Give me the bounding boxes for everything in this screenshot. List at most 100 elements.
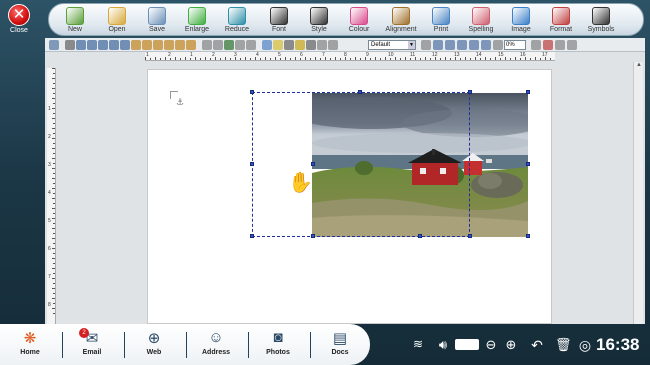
resize-handle-photo-w[interactable] bbox=[311, 162, 315, 166]
format-tool-20-icon[interactable] bbox=[273, 40, 283, 50]
format-tool-5-icon[interactable] bbox=[98, 40, 108, 50]
style-button[interactable]: Style bbox=[299, 4, 339, 37]
volume-down-icon[interactable]: ⊖ bbox=[483, 337, 499, 353]
colour-button[interactable]: Colour bbox=[339, 4, 379, 37]
ruler-number: 12 bbox=[432, 52, 438, 58]
frame-tool-5-icon[interactable] bbox=[469, 40, 479, 50]
spelling-button[interactable]: Spelling bbox=[461, 4, 501, 37]
chevron-down-icon[interactable]: ▼ bbox=[408, 41, 415, 49]
resize-handle-e[interactable] bbox=[526, 162, 530, 166]
frame-tool-11-icon[interactable] bbox=[567, 40, 577, 50]
status-area: ≋ 🔊︎ ⊖ ⊕ ↶ 🗑︎ ◎ 16:38 bbox=[408, 324, 650, 365]
scroll-up-icon[interactable]: ▲ bbox=[634, 62, 644, 70]
help-lifebuoy-icon[interactable]: ◎ bbox=[576, 337, 594, 353]
vertical-scrollbar[interactable]: ▲ bbox=[633, 62, 643, 324]
ruler-tick bbox=[480, 58, 481, 60]
format-tool-12-icon[interactable] bbox=[175, 40, 185, 50]
format-tool-18-icon[interactable] bbox=[246, 40, 256, 50]
image-label: Image bbox=[511, 26, 531, 33]
print-button[interactable]: Print bbox=[421, 4, 461, 37]
frame-tool-10-icon[interactable] bbox=[555, 40, 565, 50]
frame-tool-9-icon[interactable] bbox=[543, 40, 553, 50]
format-tool-21-icon[interactable] bbox=[284, 40, 294, 50]
frame-tool-6-icon[interactable] bbox=[481, 40, 491, 50]
resize-handle-ne[interactable] bbox=[468, 90, 472, 94]
nav-separator bbox=[248, 332, 249, 358]
format-button[interactable]: Format bbox=[541, 4, 581, 37]
format-tool-16-icon[interactable] bbox=[224, 40, 234, 50]
ruler-tick bbox=[52, 238, 55, 239]
resize-handle-photo-sw[interactable] bbox=[311, 234, 315, 238]
undo-arrow-icon[interactable]: ↶ bbox=[529, 337, 545, 353]
format-tool-17-icon[interactable] bbox=[235, 40, 245, 50]
close-button[interactable]: ✕ Close bbox=[4, 4, 34, 36]
nav-address[interactable]: ☺ Address bbox=[188, 324, 244, 365]
resize-handle-photo-se[interactable] bbox=[526, 234, 530, 238]
format-tool-10-icon[interactable] bbox=[153, 40, 163, 50]
nav-docs[interactable]: ▤ Docs bbox=[312, 324, 368, 365]
resize-handle-w[interactable] bbox=[250, 162, 254, 166]
frame-tool-1-icon[interactable] bbox=[421, 40, 431, 50]
ruler-tick bbox=[495, 57, 496, 60]
format-tool-25-icon[interactable] bbox=[328, 40, 338, 50]
volume-level-bar[interactable] bbox=[455, 337, 481, 353]
format-tool-22-icon[interactable] bbox=[295, 40, 305, 50]
wifi-icon[interactable]: ≋ bbox=[408, 337, 428, 353]
format-tool-2-icon[interactable] bbox=[65, 40, 75, 50]
resize-handle-photo-ne[interactable] bbox=[526, 90, 530, 94]
frame-tool-4-icon[interactable] bbox=[457, 40, 467, 50]
frame-tool-2-icon[interactable] bbox=[433, 40, 443, 50]
format-tool-24-icon[interactable] bbox=[317, 40, 327, 50]
frame-tool-3-icon[interactable] bbox=[445, 40, 455, 50]
format-tool-1-icon[interactable] bbox=[49, 40, 59, 50]
symbols-button[interactable]: Symbols bbox=[581, 4, 621, 37]
image-selection-frame[interactable] bbox=[252, 92, 470, 237]
reduce-button[interactable]: Reduce bbox=[217, 4, 257, 37]
frame-tool-8-icon[interactable] bbox=[531, 40, 541, 50]
volume-icon[interactable]: 🔊︎ bbox=[434, 337, 452, 353]
ruler-tick bbox=[305, 57, 306, 60]
volume-up-icon[interactable]: ⊕ bbox=[503, 337, 519, 353]
camera-icon: ◙ bbox=[273, 329, 283, 346]
ruler-tick bbox=[240, 58, 241, 60]
zoom-field[interactable]: 0% bbox=[504, 40, 526, 50]
format-tool-6-icon[interactable] bbox=[109, 40, 119, 50]
document-page[interactable]: ⚓ ✋ bbox=[147, 69, 552, 324]
resize-handle-sw[interactable] bbox=[250, 234, 254, 238]
format-label: Format bbox=[549, 26, 573, 33]
new-button[interactable]: New bbox=[55, 4, 95, 37]
top-toolbar: ✕ Close New Open Save Enlarge Reduce Font Styl… bbox=[0, 0, 650, 37]
enlarge-button[interactable]: Enlarge bbox=[177, 4, 217, 37]
ruler-tick bbox=[52, 158, 55, 159]
resize-handle-se[interactable] bbox=[468, 234, 472, 238]
frame-tool-7-icon[interactable] bbox=[493, 40, 503, 50]
format-tool-15-icon[interactable] bbox=[213, 40, 223, 50]
nav-home[interactable]: ❋ Home bbox=[2, 324, 58, 365]
format-tool-8-icon[interactable] bbox=[131, 40, 141, 50]
format-tool-19-icon[interactable] bbox=[262, 40, 272, 50]
trash-icon[interactable]: 🗑︎ bbox=[555, 337, 572, 353]
nav-email[interactable]: ✉ Email bbox=[64, 324, 120, 365]
format-tool-3-icon[interactable] bbox=[76, 40, 86, 50]
save-button[interactable]: Save bbox=[137, 4, 177, 37]
font-button[interactable]: Font bbox=[259, 4, 299, 37]
format-tool-4-icon[interactable] bbox=[87, 40, 97, 50]
nav-separator bbox=[62, 332, 63, 358]
image-button[interactable]: Image bbox=[501, 4, 541, 37]
resize-handle-s[interactable] bbox=[418, 234, 422, 238]
paragraph-style-select[interactable]: Default ▼ bbox=[368, 40, 416, 50]
format-tool-11-icon[interactable] bbox=[164, 40, 174, 50]
alignment-button[interactable]: Alignment bbox=[381, 4, 421, 37]
nav-separator bbox=[310, 332, 311, 358]
resize-handle-n[interactable] bbox=[358, 90, 362, 94]
format-tool-7-icon[interactable] bbox=[120, 40, 130, 50]
nav-photos[interactable]: ◙ Photos bbox=[250, 324, 306, 365]
open-button[interactable]: Open bbox=[97, 4, 137, 37]
format-tool-23-icon[interactable] bbox=[306, 40, 316, 50]
format-tool-9-icon[interactable] bbox=[142, 40, 152, 50]
format-tool-14-icon[interactable] bbox=[202, 40, 212, 50]
nav-web[interactable]: ⊕ Web bbox=[126, 324, 182, 365]
resize-handle-nw[interactable] bbox=[250, 90, 254, 94]
format-tool-13-icon[interactable] bbox=[186, 40, 196, 50]
ruler-tick bbox=[53, 223, 55, 224]
